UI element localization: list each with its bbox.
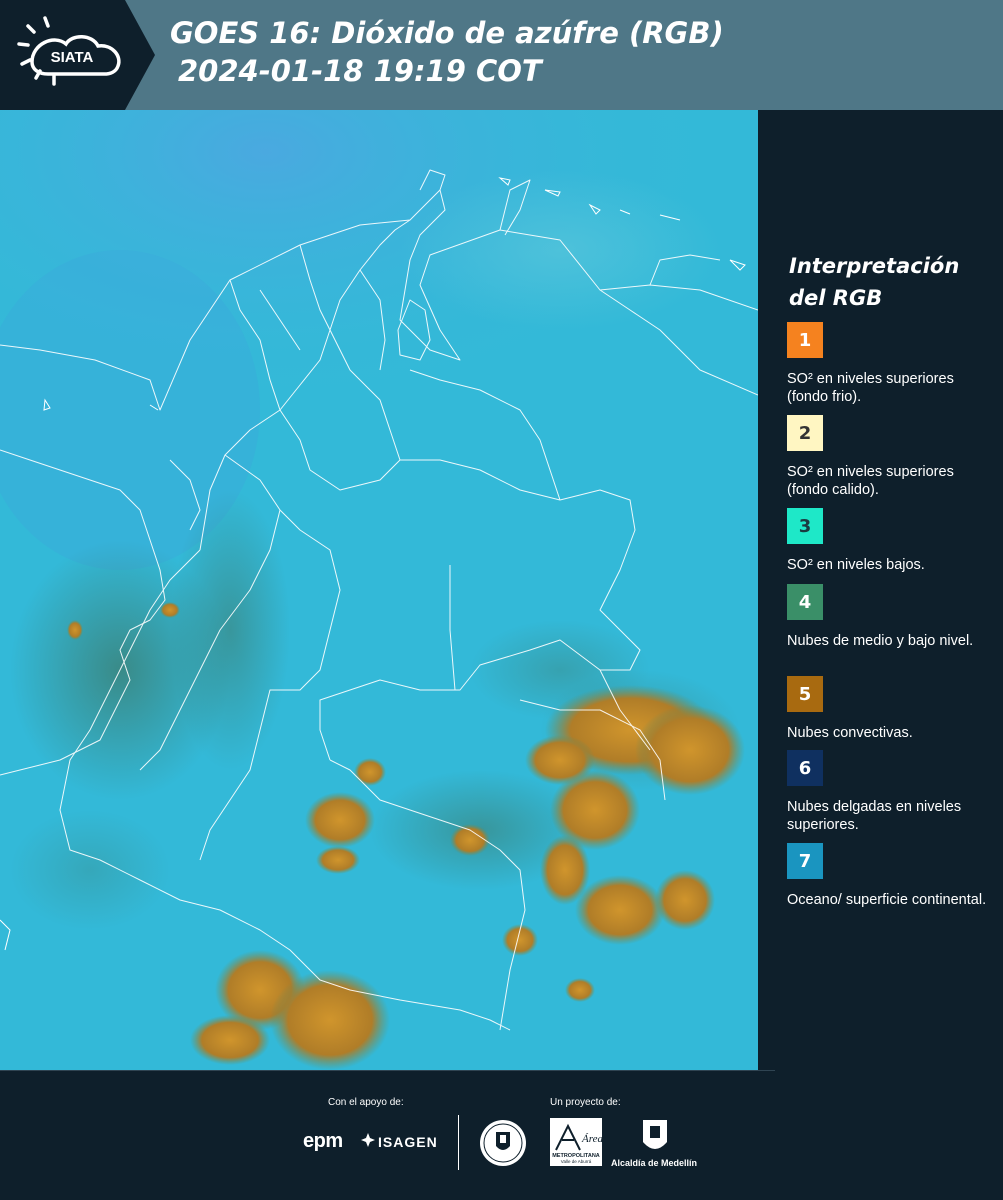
medellin-seal-icon (480, 1120, 526, 1166)
page-title: GOES 16: Dióxido de azúfre (RGB) 2024-01… (170, 14, 724, 90)
legend-item-1: 1 SO² en niveles superiores (fondo frio)… (787, 322, 987, 406)
footer: Con el apoyo de: Un proyecto de: epm ISA… (0, 1070, 1003, 1200)
legend-panel: Interpretación del RGB 1 SO² en niveles … (758, 110, 1003, 1070)
legend-item-4: 4 Nubes de medio y bajo nivel. (787, 584, 987, 650)
isagen-star-icon (361, 1133, 375, 1147)
satellite-image (0, 110, 758, 1070)
legend-swatch-5: 5 (787, 676, 823, 712)
footer-divider (0, 1070, 775, 1071)
legend-swatch-6: 6 (787, 750, 823, 786)
legend-label-7: Oceano/ superficie continental. (787, 892, 987, 908)
siata-logo: SIATA (0, 0, 155, 110)
legend-swatch-1: 1 (787, 322, 823, 358)
legend-swatch-3: 3 (787, 508, 823, 544)
legend-label-2: SO² en niveles superiores (fondo calido)… (787, 464, 954, 498)
legend-label-5: Nubes convectivas. (787, 725, 913, 741)
area-logo-subtitle-2: Valle de Aburrá (561, 1159, 592, 1164)
title-timestamp: 2024-01-18 19:19 COT (178, 54, 542, 88)
siata-logo-text: SIATA (51, 49, 94, 66)
support-label: Con el apoyo de: (328, 1097, 404, 1108)
legend-swatch-2: 2 (787, 415, 823, 451)
area-metropolitana-logo: Área METROPOLITANA Valle de Aburrá (550, 1118, 602, 1166)
sun-cloud-icon: SIATA (17, 16, 121, 86)
legend-swatch-4: 4 (787, 584, 823, 620)
legend-item-6: 6 Nubes delgadas en niveles superiores. (787, 750, 987, 834)
satellite-map[interactable] (0, 110, 758, 1070)
legend-item-3: 3 SO² en niveles bajos. (787, 508, 987, 574)
legend-label-4: Nubes de medio y bajo nivel. (787, 633, 974, 649)
legend-swatch-7: 7 (787, 843, 823, 879)
header-bar: SIATA GOES 16: Dióxido de azúfre (RGB) 2… (0, 0, 1003, 110)
title-line-1: GOES 16: Dióxido de azúfre (RGB) (170, 16, 724, 50)
legend-title: Interpretación del RGB (789, 250, 959, 314)
legend-label-1: SO² en niveles superiores (fondo frio). (787, 371, 954, 405)
legend-title-line-1: Interpretación (789, 254, 960, 278)
project-label: Un proyecto de: (550, 1097, 621, 1108)
isagen-logo: ISAGEN (378, 1134, 438, 1150)
area-logo-text: Área (581, 1133, 602, 1145)
legend-title-line-2: del RGB (789, 286, 883, 310)
epm-logo: epm (303, 1130, 343, 1152)
legend-item-2: 2 SO² en niveles superiores (fondo calid… (787, 415, 987, 499)
legend-label-3: SO² en niveles bajos. (787, 557, 925, 573)
alcaldia-crest-icon (643, 1120, 667, 1149)
legend-item-5: 5 Nubes convectivas. (787, 676, 987, 742)
legend-item-7: 7 Oceano/ superficie continental. (787, 843, 987, 909)
footer-vertical-divider (458, 1115, 459, 1170)
alcaldia-label: Alcaldía de Medellín (611, 1158, 698, 1168)
legend-label-6: Nubes delgadas en niveles superiores. (787, 799, 962, 833)
